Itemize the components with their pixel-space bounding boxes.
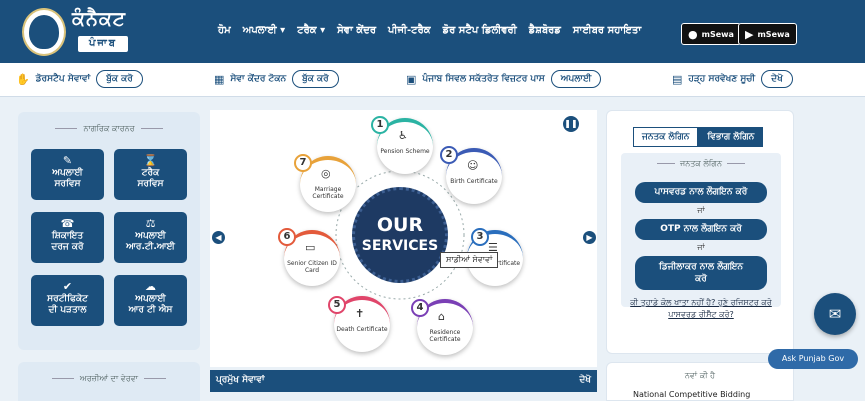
service-birth-number: 2 (440, 146, 458, 164)
service-residence-number: 4 (411, 299, 429, 317)
tab-citizen-login[interactable]: ਜਨਤਕ ਲੋਗਿਨ (633, 127, 699, 147)
rings-icon: ◎ (321, 167, 331, 180)
service-pension-number: 1 (371, 116, 389, 134)
tab-department-login[interactable]: ਵਿਭਾਗ ਲੋਗਿਨ (698, 127, 764, 147)
service-pension-label: Pension Scheme (380, 148, 430, 155)
major-services-label: ਪ੍ਰਮੁੱਖ ਸੇਵਾਵਾਂ (216, 375, 265, 385)
ask-punjab-gov-button[interactable]: Ask Punjab Gov (768, 349, 858, 369)
services-tooltip: ਸਾਡੀਆਂ ਸੇਵਾਵਾਂ (440, 252, 499, 268)
death-certificate-icon: ✝ (355, 307, 365, 320)
major-services-view-link[interactable]: ਦੇਖੋ (579, 375, 591, 385)
login-panel: ਜਨਤਕ ਲੋਗਿਨ ਵਿਭਾਗ ਲੋਗਿਨ ਜਨਤਕ ਲੋਗਿਨ ਪਾਸਵਰਡ… (606, 110, 794, 354)
or-separator-1: ਜਾਂ (697, 206, 705, 215)
service-residence[interactable]: 4 ⌂ Residence Certificate (411, 299, 473, 355)
login-otp-button[interactable]: OTP ਨਾਲ ਲੌਗਇਨ ਕਰੋ (635, 219, 767, 240)
service-caste-number: 3 (471, 228, 489, 246)
center-title-l1: OUR (376, 214, 424, 236)
service-death-label: Death Certificate (336, 326, 388, 333)
service-birth-label: Birth Certificate (450, 178, 498, 185)
service-senior-label: Senior Citizen ID Card (287, 260, 337, 274)
pension-icon: ♿ (398, 129, 408, 142)
news-item[interactable]: National Competitive Bidding (633, 390, 750, 399)
login-tabs: ਜਨਤਕ ਲੋਗਿਨ ਵਿਭਾਗ ਲੋਗਿਨ (633, 127, 764, 147)
digilocker-label-l1: ਡਿਜੀਲਾਕਰ ਨਾਲ ਲੌਗਇਨ (658, 262, 744, 272)
service-residence-label: Residence Certificate (429, 329, 461, 343)
center-title-l2: SERVICES (361, 238, 439, 254)
service-marriage-number: 7 (294, 154, 312, 172)
login-password-button[interactable]: ਪਾਸਵਰਡ ਨਾਲ ਲੌਗਇਨ ਕਰੋ (635, 182, 767, 203)
citizen-login-heading: ਜਨਤਕ ਲੋਗਿਨ (621, 153, 781, 169)
register-links: ਕੀ ਤੁਹਾਡੇ ਕੋਲ ਖਾਤਾ ਨਹੀਂ ਹੈ? ਹੁਣੇ ਰਜਿਸਟਰ … (621, 297, 781, 321)
service-birth[interactable]: 2 ☺ Birth Certificate (440, 146, 502, 204)
our-services-center: OUR SERVICES (352, 187, 448, 283)
service-marriage-label: Marriage Certificate (312, 186, 344, 200)
whats-new-panel: ਨਵਾਂ ਕੀ ਹੈ National Competitive Bidding (606, 362, 794, 401)
service-death-number: 5 (328, 296, 346, 314)
baby-icon: ☺ (467, 159, 479, 172)
service-death[interactable]: 5 ✝ Death Certificate (328, 296, 390, 352)
service-marriage[interactable]: 7 ◎ Marriage Certificate (294, 154, 356, 212)
register-link[interactable]: ਕੀ ਤੁਹਾਡੇ ਕੋਲ ਖਾਤਾ ਨਹੀਂ ਹੈ? ਹੁਣੇ ਰਜਿਸਟਰ … (621, 297, 781, 309)
or-separator-2: ਜਾਂ (697, 243, 705, 252)
caste-icon: ☰ (488, 241, 498, 254)
digilocker-label-l2: ਕਰੋ (695, 274, 707, 284)
house-icon: ⌂ (438, 310, 445, 323)
login-digilocker-button[interactable]: ਡਿਜੀਲਾਕਰ ਨਾਲ ਲੌਗਇਨ ਕਰੋ (635, 256, 767, 290)
chat-icon[interactable]: ✉ (814, 293, 856, 335)
service-senior-citizen[interactable]: 6 ▭ Senior Citizen ID Card (278, 228, 340, 286)
service-senior-number: 6 (278, 228, 296, 246)
reset-password-link[interactable]: ਪਾਸਵਰਡ ਰੀਸੈੱਟ ਕਰੋ? (621, 309, 781, 321)
whats-new-heading: ਨਵਾਂ ਕੀ ਹੈ (684, 371, 716, 380)
service-pension[interactable]: 1 ♿ Pension Scheme (371, 116, 433, 174)
id-card-icon: ▭ (305, 241, 316, 254)
major-services-bar: ਪ੍ਰਮੁੱਖ ਸੇਵਾਵਾਂ ਦੇਖੋ (210, 370, 597, 392)
citizen-login-box: ਜਨਤਕ ਲੋਗਿਨ ਪਾਸਵਰਡ ਨਾਲ ਲੌਗਇਨ ਕਰੋ ਜਾਂ OTP … (621, 153, 781, 307)
